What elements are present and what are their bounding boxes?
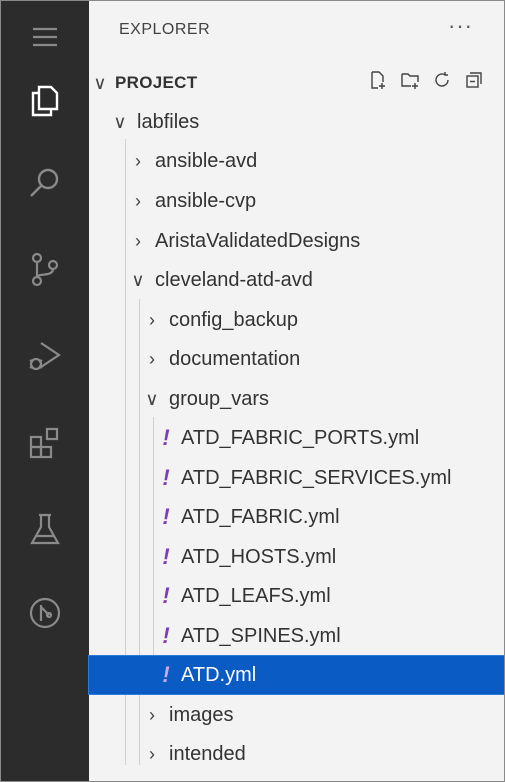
explorer-title: EXPLORER: [119, 21, 211, 38]
tree-item-label: intended: [169, 742, 246, 765]
tree-item-file[interactable]: ! ATD_FABRIC_SERVICES.yml: [89, 459, 504, 497]
tree-item-file[interactable]: ! ATD_HOSTS.yml: [89, 538, 504, 576]
vscode-window: EXPLORER ··· ∨ PROJECT ∨ labfiles › ansi…: [0, 0, 505, 782]
tree-item-label: ATD_FABRIC_PORTS.yml: [181, 426, 420, 449]
refresh-icon[interactable]: [431, 69, 453, 96]
explorer-sidebar: EXPLORER ··· ∨ PROJECT ∨ labfiles › ansi…: [88, 1, 504, 781]
tree-item-label: ATD_HOSTS.yml: [181, 545, 337, 568]
search-icon[interactable]: [13, 151, 77, 215]
tree-item-label: ansible-avd: [155, 149, 258, 172]
yaml-file-icon: !: [162, 544, 170, 569]
tree-item-folder[interactable]: ∨ cleveland-atd-avd: [89, 261, 504, 299]
activity-bar: [1, 1, 89, 781]
tree-item-label: images: [169, 703, 234, 726]
yaml-file-icon: !: [162, 425, 170, 450]
more-actions-icon[interactable]: ···: [448, 13, 473, 39]
yaml-file-icon: !: [162, 583, 170, 608]
tree-item-label: ATD_FABRIC.yml: [181, 505, 340, 528]
chevron-down-icon: ∨: [131, 269, 145, 290]
project-section-header[interactable]: ∨ PROJECT: [89, 65, 504, 101]
menu-icon[interactable]: [13, 5, 77, 69]
chevron-right-icon: ›: [149, 309, 155, 330]
chevron-right-icon: ›: [149, 348, 155, 369]
tree-item-folder[interactable]: › intended: [89, 735, 504, 773]
tree-item-label: labfiles: [137, 110, 200, 133]
tree-item-label: documentation: [169, 347, 301, 370]
chevron-down-icon: ∨: [93, 72, 107, 93]
tree-item-file[interactable]: ! ATD_LEAFS.yml: [89, 577, 504, 615]
chevron-right-icon: ›: [149, 704, 155, 725]
chevron-down-icon: ∨: [145, 388, 159, 409]
tree-item-folder[interactable]: › ansible-avd: [89, 142, 504, 180]
tree-item-folder[interactable]: › AristaValidatedDesigns: [89, 222, 504, 260]
chevron-right-icon: ›: [135, 230, 141, 251]
tree-item-label: ATD_LEAFS.yml: [181, 584, 331, 607]
chevron-right-icon: ›: [135, 150, 141, 171]
run-debug-icon[interactable]: [13, 323, 77, 387]
chevron-right-icon: ›: [135, 190, 141, 211]
source-control-icon[interactable]: [13, 237, 77, 301]
tree-item-folder[interactable]: › config_backup: [89, 301, 504, 339]
yaml-file-icon: !: [162, 662, 170, 687]
tree-item-folder[interactable]: ∨ labfiles: [89, 103, 504, 141]
tree-item-folder[interactable]: › images: [89, 696, 504, 734]
yaml-file-icon: !: [162, 623, 170, 648]
remote-explorer-icon[interactable]: [13, 581, 77, 645]
tree-item-label: AristaValidatedDesigns: [155, 229, 361, 252]
extensions-icon[interactable]: [13, 411, 77, 475]
tree-item-folder[interactable]: › documentation: [89, 340, 504, 378]
tree-item-file[interactable]: ! ATD_FABRIC_PORTS.yml: [89, 419, 504, 457]
yaml-file-icon: !: [162, 465, 170, 490]
chevron-down-icon: ∨: [113, 111, 127, 132]
tree-item-label: ATD.yml: [181, 663, 257, 686]
tree-item-folder[interactable]: ∨ group_vars: [89, 380, 504, 418]
tree-item-label: ATD_SPINES.yml: [181, 624, 341, 647]
files-icon[interactable]: [13, 69, 77, 133]
tree-item-file[interactable]: ! ATD_FABRIC.yml: [89, 498, 504, 536]
tree-item-label: cleveland-atd-avd: [155, 268, 313, 291]
tree-item-label: config_backup: [169, 308, 298, 331]
section-title: PROJECT: [115, 73, 198, 92]
tree-item-label: group_vars: [169, 387, 270, 410]
new-folder-icon[interactable]: [399, 69, 421, 96]
new-file-icon[interactable]: [367, 69, 389, 96]
chevron-right-icon: ›: [149, 743, 155, 764]
tree-item-file[interactable]: ! ATD_SPINES.yml: [89, 617, 504, 655]
tree-item-folder[interactable]: › ansible-cvp: [89, 182, 504, 220]
collapse-all-icon[interactable]: [463, 69, 485, 96]
tree-item-file-selected[interactable]: ! ATD.yml: [88, 655, 504, 695]
yaml-file-icon: !: [162, 504, 170, 529]
tree-item-label: ansible-cvp: [155, 189, 257, 212]
testing-icon[interactable]: [13, 497, 77, 561]
tree-item-label: ATD_FABRIC_SERVICES.yml: [181, 466, 452, 489]
